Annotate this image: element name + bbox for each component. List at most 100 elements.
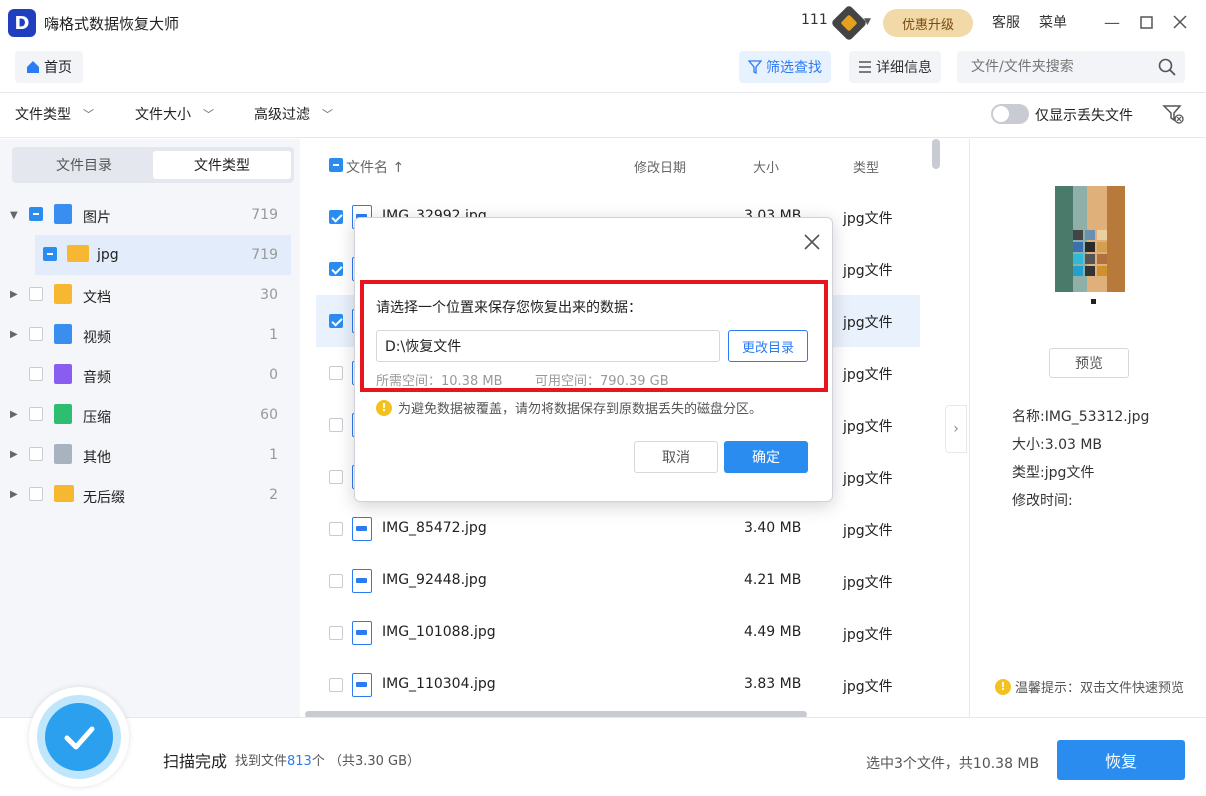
advanced-filter[interactable]: 高级过滤 ﹀ (254, 104, 333, 124)
vip-dropdown-icon[interactable]: ▼ (864, 17, 871, 27)
tree-item-documents[interactable]: ▶ 文档 30 (0, 275, 300, 315)
dialog-warning: ! 为避免数据被覆盖，请勿将数据保存到原数据丢失的磁盘分区。 (376, 398, 762, 417)
tree-item-label: 文档 (83, 290, 111, 306)
column-header-name[interactable]: 文件名 ↑ (346, 157, 404, 177)
tip-icon: ! (995, 678, 1011, 695)
only-lost-label: 仅显示丢失文件 (1035, 108, 1133, 124)
tree-item-label: 图片 (83, 210, 111, 226)
tree-item-audio[interactable]: 音频 0 (0, 355, 300, 395)
file-type: jpg文件 (843, 315, 893, 331)
tree-item-count: 719 (251, 207, 278, 223)
selection-summary: 选中3个文件，共10.38 MB (866, 756, 1040, 772)
confirm-button[interactable]: 确定 (724, 441, 808, 473)
expand-arrow-icon[interactable]: ▼ (10, 210, 18, 221)
row-checkbox[interactable] (329, 522, 343, 536)
checkbox[interactable] (29, 287, 43, 301)
checkbox[interactable] (43, 247, 57, 261)
menu-button[interactable]: 菜单 (1039, 12, 1067, 32)
file-size: 4.49 MB (744, 624, 802, 640)
file-type: jpg文件 (843, 211, 893, 227)
title-bar (0, 0, 1206, 46)
table-row[interactable]: IMG_92448.jpg 4.21 MB jpg文件 (316, 555, 920, 607)
file-icon (54, 444, 72, 464)
tree-item-label: 其他 (83, 450, 111, 466)
row-checkbox[interactable] (329, 314, 343, 328)
expand-arrow-icon[interactable]: ▶ (10, 489, 18, 500)
collapse-panel-button[interactable]: › (945, 405, 967, 453)
row-checkbox[interactable] (329, 210, 343, 224)
dialog-close-icon[interactable] (801, 231, 823, 253)
row-checkbox[interactable] (329, 366, 343, 380)
preview-file-name: 名称:IMG_53312.jpg (1012, 409, 1150, 425)
file-name: IMG_110304.jpg (382, 676, 496, 692)
details-button[interactable]: 详细信息 (849, 51, 941, 83)
checkbox[interactable] (29, 487, 43, 501)
video-icon (54, 324, 72, 344)
checkbox[interactable] (29, 207, 43, 221)
minimize-icon[interactable]: — (1100, 10, 1124, 34)
file-type-filter[interactable]: 文件类型 ﹀ (15, 104, 94, 124)
search-icon[interactable] (1157, 57, 1177, 77)
tab-file-directory[interactable]: 文件目录 (15, 151, 153, 179)
upgrade-button[interactable]: 优惠升级 (883, 9, 973, 37)
row-checkbox[interactable] (329, 574, 343, 588)
select-all-checkbox[interactable] (329, 158, 343, 172)
count-badge: 111 (801, 12, 828, 28)
change-directory-button[interactable]: 更改目录 (728, 330, 808, 362)
vertical-scrollbar[interactable] (932, 139, 940, 169)
checkbox[interactable] (29, 407, 43, 421)
tab-file-type[interactable]: 文件类型 (153, 151, 291, 179)
tree-item-archives[interactable]: ▶ 压缩 60 (0, 395, 300, 435)
checkbox[interactable] (29, 327, 43, 341)
row-checkbox[interactable] (329, 262, 343, 276)
tree-item-other[interactable]: ▶ 其他 1 (0, 435, 300, 475)
expand-arrow-icon[interactable]: ▶ (10, 409, 18, 420)
row-checkbox[interactable] (329, 678, 343, 692)
home-icon (27, 61, 39, 73)
row-checkbox[interactable] (329, 626, 343, 640)
expand-arrow-icon[interactable]: ▶ (10, 289, 18, 300)
support-button[interactable]: 客服 (992, 12, 1020, 32)
preview-button[interactable]: 预览 (1049, 348, 1129, 378)
save-path-input[interactable] (376, 330, 720, 362)
column-header-modified[interactable]: 修改日期 (634, 157, 686, 176)
clear-filter-icon[interactable] (1161, 102, 1185, 126)
checkbox[interactable] (29, 447, 43, 461)
checkbox[interactable] (29, 367, 43, 381)
folder-icon (67, 245, 89, 262)
audio-icon (54, 364, 72, 384)
file-type-filter-label: 文件类型 (15, 107, 71, 123)
row-checkbox[interactable] (329, 470, 343, 484)
table-row[interactable]: IMG_85472.jpg 3.40 MB jpg文件 (316, 503, 920, 555)
expand-arrow-icon[interactable]: ▶ (10, 449, 18, 460)
preview-file-size: 大小:3.03 MB (1012, 437, 1103, 453)
tree-item-label: 音频 (83, 370, 111, 386)
dialog-warning-text: 为避免数据被覆盖，请勿将数据保存到原数据丢失的磁盘分区。 (398, 402, 763, 417)
filter-search-button[interactable]: 筛选查找 (739, 51, 831, 83)
file-type: jpg文件 (843, 471, 893, 487)
file-size-filter[interactable]: 文件大小 ﹀ (135, 104, 214, 124)
column-header-size[interactable]: 大小 (753, 157, 779, 176)
cancel-button[interactable]: 取消 (634, 441, 718, 473)
document-icon (54, 284, 72, 304)
found-suffix: 个 （共3.30 GB） (311, 754, 421, 769)
close-icon[interactable] (1168, 10, 1192, 34)
tree-item-jpg[interactable]: jpg 719 (35, 235, 291, 275)
search-input[interactable] (957, 51, 1147, 83)
tree-item-video[interactable]: ▶ 视频 1 (0, 315, 300, 355)
image-icon (54, 204, 72, 224)
row-checkbox[interactable] (329, 418, 343, 432)
tree-item-count: 0 (269, 367, 278, 383)
tree-item-images[interactable]: ▼ 图片 719 (0, 195, 300, 235)
maximize-icon[interactable] (1134, 10, 1158, 34)
no-extension-icon (54, 485, 74, 502)
recover-button[interactable]: 恢复 (1057, 740, 1185, 780)
table-row[interactable]: IMG_110304.jpg 3.83 MB jpg文件 (316, 659, 920, 711)
column-header-type[interactable]: 类型 (853, 157, 879, 176)
home-button[interactable]: 首页 (15, 51, 83, 83)
tree-item-no-extension[interactable]: ▶ 无后缀 2 (0, 475, 300, 515)
expand-arrow-icon[interactable]: ▶ (10, 329, 18, 340)
file-size: 3.40 MB (744, 520, 802, 536)
table-row[interactable]: IMG_101088.jpg 4.49 MB jpg文件 (316, 607, 920, 659)
tree-item-count: 1 (269, 447, 278, 463)
